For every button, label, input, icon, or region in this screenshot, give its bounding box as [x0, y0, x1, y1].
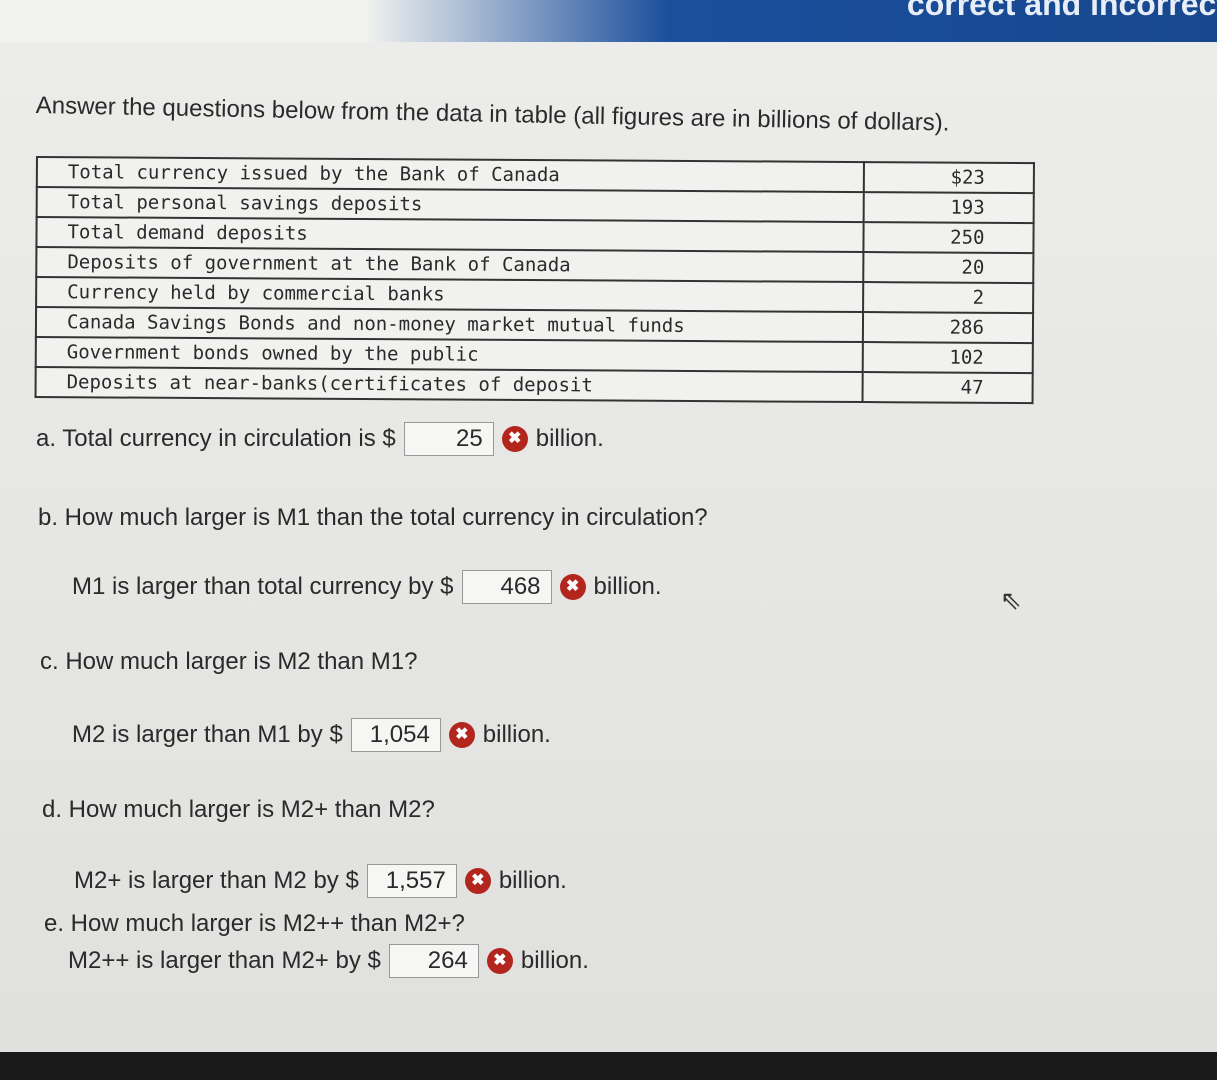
- question-panel: Answer the questions below from the data…: [0, 42, 1217, 1052]
- question-a: a. Total currency in circulation is $ 25…: [36, 422, 604, 456]
- instructions: Answer the questions below from the data…: [35, 92, 950, 137]
- x-circle-icon: ✖: [464, 868, 491, 894]
- unit-label: billion.: [535, 425, 604, 452]
- question-c: M2 is larger than M1 by $ 1,054 ✖ billio…: [72, 718, 551, 752]
- row-value: 2: [863, 282, 1034, 314]
- question-b: M1 is larger than total currency by $ 46…: [72, 570, 662, 604]
- answer-d-input[interactable]: 1,557: [366, 864, 457, 898]
- question-e-text: e. How much larger is M2++ than M2+?: [44, 910, 465, 937]
- mouse-pointer-icon: ⇖: [1000, 585, 1022, 615]
- question-a-text: a. Total currency in circulation is $: [36, 425, 396, 452]
- table-row: Deposits at near-banks(certificates of d…: [35, 367, 1033, 404]
- row-value: 47: [862, 372, 1033, 404]
- answer-e-input[interactable]: 264: [388, 944, 479, 978]
- data-table: Total currency issued by the Bank of Can…: [34, 156, 1035, 405]
- row-value: 286: [862, 312, 1034, 344]
- x-circle-icon: ✖: [501, 426, 528, 452]
- row-value: $23: [863, 162, 1034, 194]
- row-value: 20: [863, 252, 1034, 284]
- unit-label: billion.: [520, 947, 589, 974]
- x-circle-icon: ✖: [559, 574, 586, 600]
- row-value: 250: [863, 222, 1034, 254]
- question-d-text: d. How much larger is M2+ than M2?: [42, 796, 435, 823]
- answer-c-input[interactable]: 1,054: [350, 718, 441, 752]
- row-value: 102: [862, 342, 1033, 374]
- unit-label: billion.: [482, 721, 551, 748]
- x-circle-icon: ✖: [486, 948, 513, 974]
- question-c-text: c. How much larger is M2 than M1?: [40, 648, 418, 675]
- x-circle-icon: ✖: [448, 722, 475, 748]
- screen-bezel: [0, 1052, 1217, 1080]
- unit-label: billion.: [593, 573, 662, 600]
- row-value: 193: [863, 192, 1034, 224]
- unit-label: billion.: [498, 867, 567, 894]
- answer-b-input[interactable]: 468: [461, 570, 552, 604]
- row-label: Deposits at near-banks(certificates of d…: [35, 367, 863, 403]
- question-e: M2++ is larger than M2+ by $ 264 ✖ billi…: [68, 944, 589, 978]
- question-d: M2+ is larger than M2 by $ 1,557 ✖ billi…: [74, 864, 567, 898]
- answer-a-input[interactable]: 25: [403, 422, 494, 456]
- banner-text: correct and incorrect: [906, 0, 1217, 22]
- top-banner: correct and incorrect: [0, 0, 1217, 42]
- answer-b-prefix: M1 is larger than total currency by $: [72, 573, 454, 600]
- answer-d-prefix: M2+ is larger than M2 by $: [74, 867, 359, 894]
- question-b-text: b. How much larger is M1 than the total …: [38, 504, 708, 531]
- answer-e-prefix: M2++ is larger than M2+ by $: [68, 947, 381, 974]
- answer-c-prefix: M2 is larger than M1 by $: [72, 721, 343, 748]
